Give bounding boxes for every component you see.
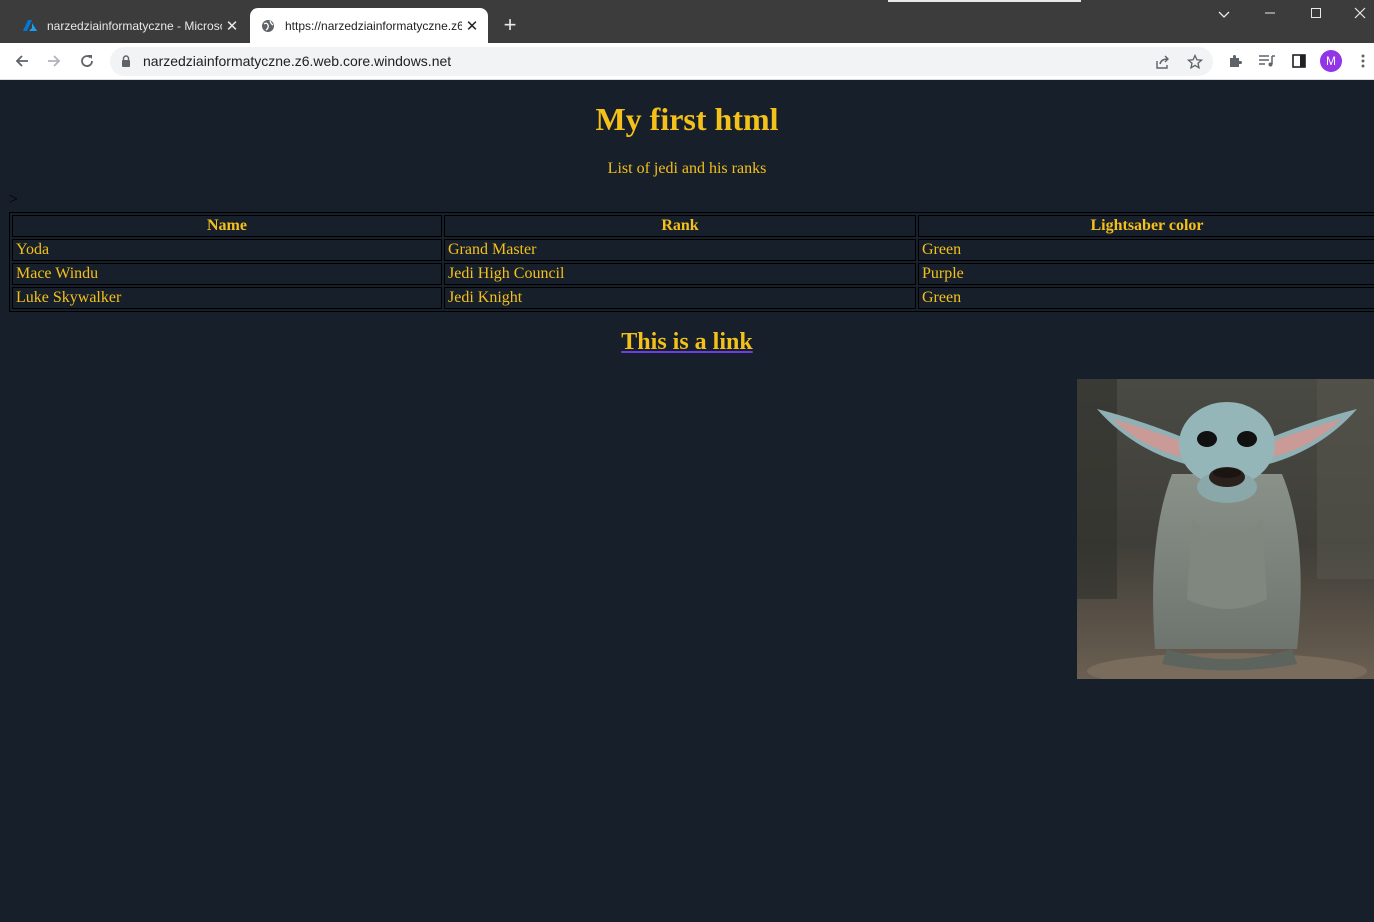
- browser-toolbar: narzedziainformatyczne.z6.web.core.windo…: [0, 43, 1374, 80]
- share-icon[interactable]: [1151, 50, 1175, 74]
- column-header-rank: Rank: [444, 215, 916, 237]
- close-tab-icon[interactable]: ✕: [462, 16, 482, 36]
- tab-current[interactable]: https://narzedziainformatyczne.z6.web.co…: [250, 8, 488, 43]
- tab-title: https://narzedziainformatyczne.z6.web.co…: [285, 18, 462, 33]
- tab-strip-highlight: [888, 0, 1081, 2]
- reload-button[interactable]: [75, 49, 99, 73]
- back-button[interactable]: [10, 49, 34, 73]
- stray-text: >: [9, 191, 19, 208]
- azure-icon: [22, 18, 38, 34]
- globe-icon: [260, 18, 276, 34]
- page-content: My first html List of jedi and his ranks…: [0, 81, 1374, 922]
- cell-name: Mace Windu: [12, 263, 442, 285]
- address-bar[interactable]: narzedziainformatyczne.z6.web.core.windo…: [110, 47, 1213, 76]
- tab-title: narzedziainformatyczne - Microsoft Azure: [47, 18, 222, 33]
- column-header-name: Name: [12, 215, 442, 237]
- grogu-image: [1077, 379, 1374, 679]
- page-title: My first html: [595, 101, 779, 137]
- new-tab-button[interactable]: +: [499, 14, 521, 36]
- table-row: Yoda Grand Master Green: [12, 239, 1374, 261]
- bookmark-star-icon[interactable]: [1183, 50, 1207, 74]
- table-header-row: Name Rank Lightsaber color: [12, 215, 1374, 237]
- close-window-button[interactable]: [1337, 6, 1374, 26]
- table-row: Luke Skywalker Jedi Knight Green: [12, 287, 1374, 309]
- url-text[interactable]: narzedziainformatyczne.z6.web.core.windo…: [143, 53, 451, 69]
- close-tab-icon[interactable]: ✕: [222, 16, 242, 36]
- side-panel-icon[interactable]: [1287, 49, 1311, 73]
- link-container: This is a link: [0, 329, 1374, 356]
- tab-strip: narzedziainformatyczne - Microsoft Azure…: [0, 0, 1374, 43]
- cell-lightsaber-color: Green: [918, 287, 1374, 309]
- forward-button[interactable]: [42, 49, 66, 73]
- extensions-icon[interactable]: [1223, 49, 1247, 73]
- cell-rank: Jedi High Council: [444, 263, 916, 285]
- media-control-icon[interactable]: [1255, 49, 1279, 73]
- profile-avatar[interactable]: M: [1320, 50, 1342, 72]
- menu-icon[interactable]: [1351, 49, 1374, 73]
- page-link[interactable]: This is a link: [621, 329, 752, 355]
- cell-rank: Jedi Knight: [444, 287, 916, 309]
- maximize-button[interactable]: [1293, 6, 1339, 26]
- tab-search-icon[interactable]: [1201, 6, 1247, 26]
- table-row: Mace Windu Jedi High Council Purple: [12, 263, 1374, 285]
- tab-azure[interactable]: narzedziainformatyczne - Microsoft Azure…: [8, 8, 248, 43]
- cell-lightsaber-color: Purple: [918, 263, 1374, 285]
- cell-name: Luke Skywalker: [12, 287, 442, 309]
- jedi-table: Name Rank Lightsaber color Yoda Grand Ma…: [9, 212, 1374, 312]
- column-header-lightsaber-color: Lightsaber color: [918, 215, 1374, 237]
- minimize-button[interactable]: [1247, 6, 1293, 26]
- lock-icon[interactable]: [119, 54, 133, 68]
- cell-lightsaber-color: Green: [918, 239, 1374, 261]
- cell-name: Yoda: [12, 239, 442, 261]
- page-subtitle: List of jedi and his ranks: [607, 160, 767, 177]
- cell-rank: Grand Master: [444, 239, 916, 261]
